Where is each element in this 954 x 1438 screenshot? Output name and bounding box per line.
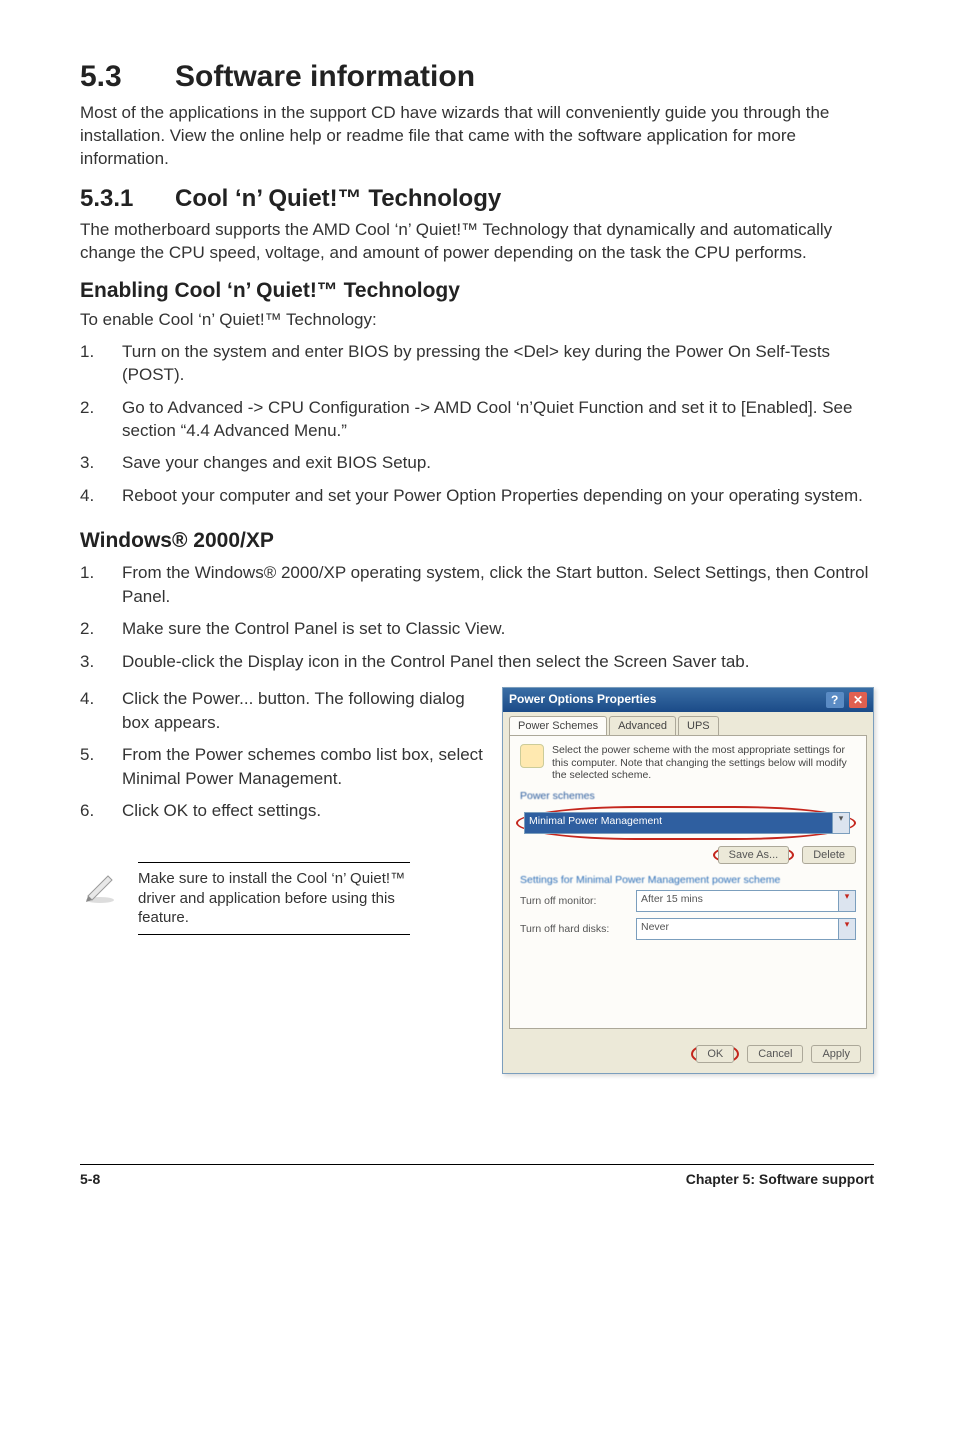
chevron-down-icon[interactable]: ▾ — [838, 891, 855, 911]
winxp-step-1: From the Windows® 2000/XP operating syst… — [122, 561, 874, 608]
winxp-heading: Windows® 2000/XP — [80, 529, 874, 553]
ok-button[interactable]: OK — [696, 1045, 734, 1063]
chevron-down-icon[interactable]: ▾ — [838, 919, 855, 939]
winxp-step-5: From the Power schemes combo list box, s… — [122, 743, 486, 790]
winxp-steps-left: 4.Click the Power... button. The followi… — [80, 687, 486, 822]
enable-step-3: Save your changes and exit BIOS Setup. — [122, 451, 431, 474]
power-scheme-combo[interactable]: Minimal Power Management ▾ — [524, 812, 850, 834]
dialog-info-text: Select the power scheme with the most ap… — [552, 744, 856, 782]
highlight-oval-ok: OK — [691, 1045, 739, 1063]
page-number: 5-8 — [80, 1171, 100, 1187]
winxp-step-4: Click the Power... button. The following… — [122, 687, 486, 734]
plug-icon — [520, 744, 544, 768]
monitor-off-select[interactable]: After 15 mins ▾ — [636, 890, 856, 912]
section-heading: 5.3Software information — [80, 60, 874, 94]
subsection-title-text: Cool ‘n’ Quiet!™ Technology — [175, 185, 501, 212]
enable-step-4: Reboot your computer and set your Power … — [122, 484, 863, 507]
chapter-label: Chapter 5: Software support — [686, 1171, 874, 1187]
hdd-off-value: Never — [637, 919, 838, 939]
hdd-off-select[interactable]: Never ▾ — [636, 918, 856, 940]
winxp-steps-top: 1.From the Windows® 2000/XP operating sy… — [80, 561, 874, 673]
hdd-off-label: Turn off hard disks: — [520, 923, 630, 935]
delete-button[interactable]: Delete — [802, 846, 856, 864]
winxp-step-2: Make sure the Control Panel is set to Cl… — [122, 617, 505, 640]
dialog-titlebar: Power Options Properties ? ✕ — [503, 688, 873, 712]
power-scheme-value: Minimal Power Management — [525, 813, 832, 833]
tab-ups[interactable]: UPS — [678, 716, 719, 735]
page-footer: 5-8 Chapter 5: Software support — [80, 1164, 874, 1187]
tab-advanced[interactable]: Advanced — [609, 716, 676, 735]
cancel-button[interactable]: Cancel — [747, 1045, 803, 1063]
enable-heading: Enabling Cool ‘n’ Quiet!™ Technology — [80, 279, 874, 303]
tab-power-schemes[interactable]: Power Schemes — [509, 716, 607, 735]
close-icon[interactable]: ✕ — [849, 692, 867, 708]
subsection-heading: 5.3.1Cool ‘n’ Quiet!™ Technology — [80, 185, 874, 213]
monitor-off-value: After 15 mins — [637, 891, 838, 911]
section-number: 5.3 — [80, 60, 175, 94]
help-icon[interactable]: ? — [826, 692, 844, 708]
enable-step-1: Turn on the system and enter BIOS by pre… — [122, 340, 874, 387]
dialog-title: Power Options Properties — [509, 692, 656, 708]
highlight-oval-scheme: Minimal Power Management ▾ — [516, 806, 856, 840]
subsection-intro: The motherboard supports the AMD Cool ‘n… — [80, 219, 874, 265]
save-as-button[interactable]: Save As... — [718, 846, 790, 864]
enable-step-2: Go to Advanced -> CPU Configuration -> A… — [122, 396, 874, 443]
enable-lead: To enable Cool ‘n’ Quiet!™ Technology: — [80, 309, 874, 332]
winxp-step-6: Click OK to effect settings. — [122, 799, 321, 822]
monitor-off-label: Turn off monitor: — [520, 895, 630, 907]
subsection-number: 5.3.1 — [80, 185, 175, 213]
note-block: Make sure to install the Cool ‘n’ Quiet!… — [80, 862, 410, 935]
section-intro: Most of the applications in the support … — [80, 102, 874, 171]
settings-group-label: Settings for Minimal Power Management po… — [520, 874, 856, 886]
pencil-icon — [80, 862, 120, 911]
power-options-dialog: Power Options Properties ? ✕ Power Schem… — [502, 687, 874, 1074]
enable-steps: 1.Turn on the system and enter BIOS by p… — [80, 340, 874, 508]
note-text: Make sure to install the Cool ‘n’ Quiet!… — [138, 862, 410, 935]
dialog-tabs: Power Schemes Advanced UPS — [503, 712, 873, 735]
chevron-down-icon[interactable]: ▾ — [832, 813, 849, 833]
winxp-step-3: Double-click the Display icon in the Con… — [122, 650, 749, 673]
apply-button[interactable]: Apply — [811, 1045, 861, 1063]
highlight-oval-saveas: Save As... — [713, 846, 795, 864]
power-schemes-group-label: Power schemes — [520, 790, 856, 802]
section-title-text: Software information — [175, 60, 475, 93]
